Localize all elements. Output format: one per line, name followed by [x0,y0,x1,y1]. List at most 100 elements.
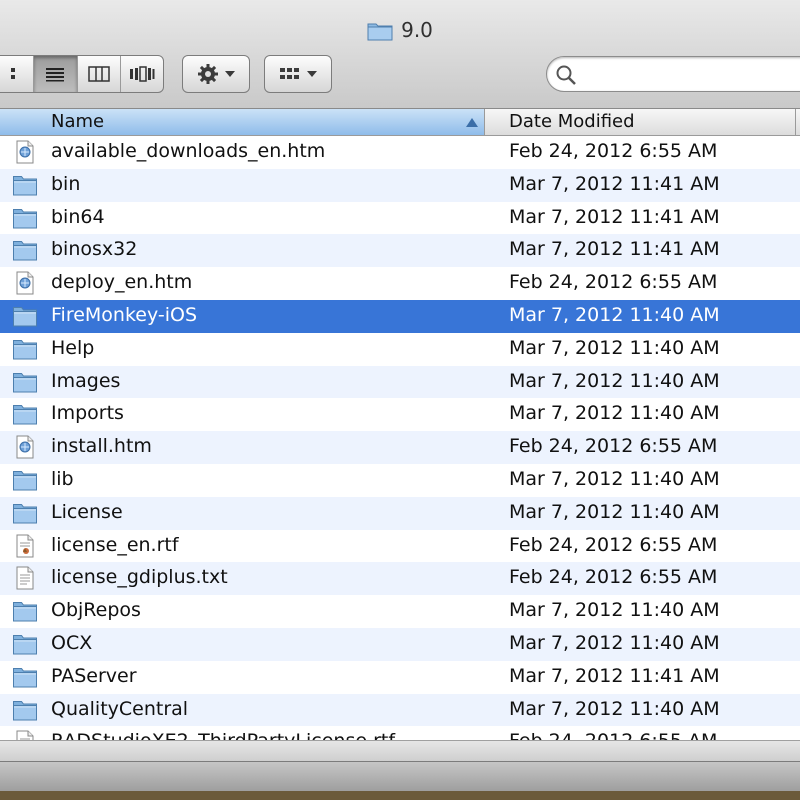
file-row[interactable]: license_en.rtf Feb 24, 2012 6:55 AM [0,530,800,563]
folder-icon [12,173,38,197]
file-date-modified: Mar 7, 2012 11:41 AM [509,172,720,195]
file-row[interactable]: License Mar 7, 2012 11:40 AM [0,496,800,530]
folder-icon [12,501,38,525]
file-date-modified: Mar 7, 2012 11:40 AM [509,697,720,720]
arrange-menu-button[interactable] [264,55,332,93]
column-view-button[interactable] [78,56,121,92]
file-name: FireMonkey-iOS [51,303,198,326]
file-date-modified: Mar 7, 2012 11:40 AM [509,402,720,425]
file-row[interactable]: Imports Mar 7, 2012 11:40 AM [0,398,800,431]
file-row[interactable]: available_downloads_en.htm Feb 24, 2012 6… [0,136,800,169]
file-date-modified: Mar 7, 2012 11:40 AM [509,336,720,359]
file-date-modified: Feb 24, 2012 6:55 AM [509,140,718,162]
list-view-icon [46,68,65,82]
icon-view-button[interactable] [0,56,35,92]
rtf-document-icon [12,534,38,558]
search-field[interactable] [546,56,800,92]
file-name: Imports [51,402,124,425]
file-date-modified: Mar 7, 2012 11:40 AM [509,369,720,392]
list-view-button[interactable] [34,56,78,92]
gear-icon [198,64,218,84]
file-name: Help [51,336,95,359]
cover-flow-icon [129,66,155,82]
finder-window: 9.0 Name Date Modified available_downloa… [0,0,800,800]
file-date-modified: Mar 7, 2012 11:41 AM [509,664,720,687]
action-menu-button[interactable] [182,55,250,93]
text-document-icon [12,566,38,590]
file-date-modified: Mar 7, 2012 11:40 AM [509,467,720,490]
file-date-modified: Mar 7, 2012 11:41 AM [509,205,720,228]
file-date-modified: Feb 24, 2012 6:55 AM [509,730,717,740]
file-name: License [51,500,123,523]
folder-icon [12,238,38,262]
file-date-modified: Feb 24, 2012 6:55 AM [509,435,718,458]
file-name: deploy_en.htm [51,271,193,294]
folder-icon [12,632,38,656]
file-row[interactable]: FireMonkey-iOS Mar 7, 2012 11:40 AM [0,299,800,333]
file-row[interactable]: ObjRepos Mar 7, 2012 11:40 AM [0,595,800,628]
arrange-icon [280,68,299,79]
file-name: license_gdiplus.txt [51,566,228,589]
file-date-modified: Mar 7, 2012 11:40 AM [509,303,720,326]
file-row[interactable]: deploy_en.htm Feb 24, 2012 6:55 AM [0,267,800,300]
file-date-modified: Feb 24, 2012 6:55 AM [509,566,718,589]
search-input[interactable] [583,62,797,86]
folder-icon [12,468,38,492]
file-name: OCX [51,631,93,654]
date-column-label: Date Modified [509,111,635,132]
file-row[interactable]: Help Mar 7, 2012 11:40 AM [0,333,800,366]
window-title: 9.0 [0,18,800,46]
file-row[interactable]: bin Mar 7, 2012 11:41 AM [0,168,800,202]
folder-icon [367,21,393,46]
html-document-icon [12,435,38,459]
file-row[interactable]: OCX Mar 7, 2012 11:40 AM [0,627,800,661]
file-row[interactable]: Images Mar 7, 2012 11:40 AM [0,365,800,399]
cover-flow-button[interactable] [121,56,163,92]
search-icon [556,65,576,85]
column-header: Name Date Modified [0,109,800,136]
file-date-modified: Mar 7, 2012 11:41 AM [509,238,720,261]
file-row[interactable]: license_gdiplus.txt Feb 24, 2012 6:55 AM [0,562,800,596]
horizontal-scrollbar[interactable] [0,740,800,761]
folder-icon [12,370,38,394]
folder-icon [12,206,38,230]
file-date-modified: Feb 24, 2012 6:55 AM [509,533,718,556]
toolbar: 9.0 [0,0,800,109]
file-name: available_downloads_en.htm [51,140,326,162]
view-mode-control[interactable] [0,55,164,93]
file-row[interactable]: install.htm Feb 24, 2012 6:55 AM [0,431,800,464]
name-column-label: Name [51,111,105,132]
file-row[interactable]: binosx32 Mar 7, 2012 11:41 AM [0,234,800,268]
folder-icon [12,402,38,426]
icon-view-icon [11,68,16,79]
chevron-down-icon [225,71,235,77]
file-row[interactable]: lib Mar 7, 2012 11:40 AM [0,464,800,497]
date-modified-column-header[interactable]: Date Modified [485,109,796,135]
file-name: bin64 [51,205,105,228]
status-bar [0,761,800,792]
window-bottom-edge [0,791,800,800]
file-name: ObjRepos [51,599,141,622]
file-row[interactable]: QualityCentral Mar 7, 2012 11:40 AM [0,693,800,727]
file-name: QualityCentral [51,697,189,720]
name-column-header[interactable]: Name [0,109,485,135]
window-title-text: 9.0 [401,18,433,42]
file-date-modified: Mar 7, 2012 11:40 AM [509,631,720,654]
file-row[interactable]: bin64 Mar 7, 2012 11:41 AM [0,202,800,235]
column-view-icon [87,66,110,82]
file-date-modified: Mar 7, 2012 11:40 AM [509,599,720,622]
file-name: binosx32 [51,238,138,261]
file-row[interactable]: PAServer Mar 7, 2012 11:41 AM [0,661,800,694]
file-name: install.htm [51,435,152,458]
sort-ascending-icon [466,118,478,127]
folder-icon [12,698,38,722]
file-name: Images [51,369,121,392]
chevron-down-icon [307,71,317,77]
file-name: lib [51,467,74,490]
html-document-icon [12,140,38,164]
folder-icon [12,665,38,689]
file-name: RADStudioXE2_ThirdPartyLicense.rtf [51,730,395,740]
html-document-icon [12,271,38,295]
file-row[interactable]: RADStudioXE2_ThirdPartyLicense.rtf Feb 24… [0,726,800,740]
file-name: PAServer [51,664,137,687]
